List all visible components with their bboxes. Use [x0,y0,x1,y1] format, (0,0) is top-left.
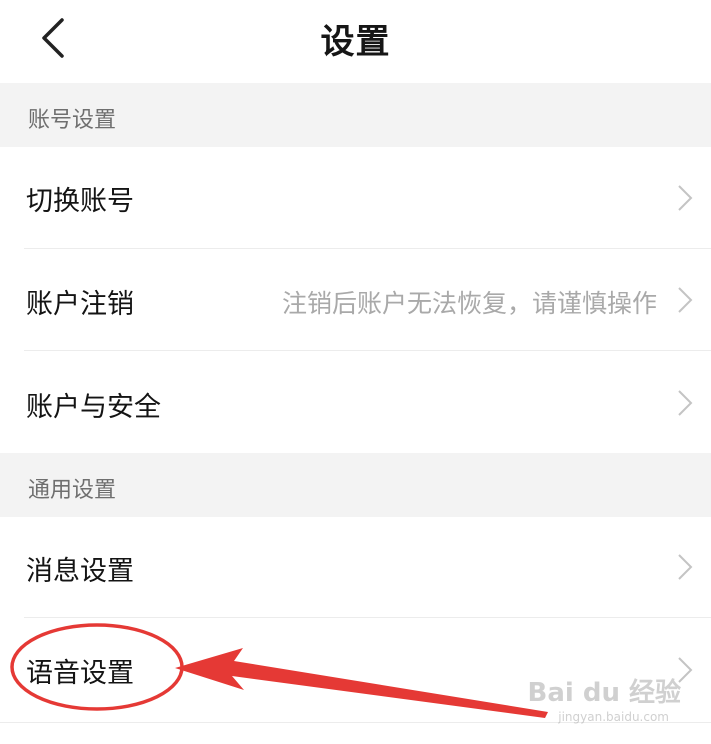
chevron-right-icon [678,554,693,580]
settings-item-account-cancel[interactable]: 账户注销 注销后账户无法恢复，请谨慎操作 [0,249,711,350]
watermark-url: jingyan.baidu.com [558,710,669,724]
settings-item-hint: 注销后账户无法恢复，请谨慎操作 [281,289,657,318]
settings-screen: 设置 账号设置 切换账号 账户注销 注销后账户无法恢复，请谨慎操作 账户与安全 … [0,0,711,744]
settings-item-account-security[interactable]: 账户与安全 [0,351,711,453]
settings-item-label: 账户与安全 [26,392,161,423]
chevron-right-icon [678,185,693,211]
section-label: 账号设置 [28,108,117,133]
section-label: 通用设置 [28,478,117,503]
watermark-logo: Bai du 经验 [527,678,682,708]
settings-item-switch-account[interactable]: 切换账号 [0,147,711,248]
settings-item-label: 账户注销 [26,289,134,320]
section-header-account: 账号设置 [0,83,711,147]
settings-item-label: 切换账号 [26,186,134,217]
settings-item-label: 语音设置 [26,658,134,689]
page-title: 设置 [320,22,391,62]
settings-item-message[interactable]: 消息设置 [0,517,711,617]
chevron-right-icon [678,390,693,416]
section-header-general: 通用设置 [0,453,711,517]
chevron-right-icon [678,287,693,313]
settings-item-label: 消息设置 [26,556,134,587]
top-bar: 设置 [0,0,711,83]
